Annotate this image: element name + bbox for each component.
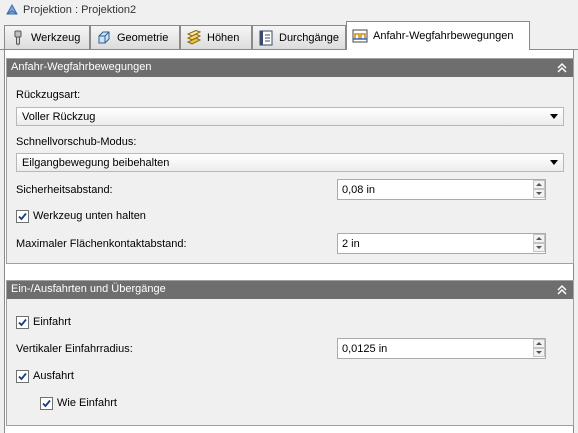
- rapid-mode-dropdown[interactable]: Eilgangbewegung beibehalten: [16, 153, 564, 172]
- max-stay-down-increment-button[interactable]: [533, 234, 545, 243]
- vertical-radius-input[interactable]: 0,0125 in: [337, 338, 546, 359]
- title-bar: Projektion : Projektion2: [0, 0, 578, 21]
- tab-strip: Werkzeug Geometrie Höhen Durchgänge Anfa…: [0, 21, 578, 51]
- tab-durchgaenge[interactable]: Durchgänge: [252, 25, 346, 49]
- same-as-lead-in-box[interactable]: [40, 396, 53, 410]
- rapid-mode-value: Eilgangbewegung beibehalten: [22, 157, 170, 169]
- chevron-down-icon: [550, 114, 558, 119]
- tool-icon: [14, 30, 22, 46]
- panel-leads-title: Ein-/Ausfahrten und Übergänge: [11, 283, 166, 295]
- panel-leads-transitions: Ein-/Ausfahrten und Übergänge Einfahrt V…: [6, 280, 574, 426]
- lead-in-label: Einfahrt: [33, 316, 71, 328]
- tab-werkzeug-label: Werkzeug: [31, 31, 81, 44]
- panel-linking-title: Anfahr-Wegfahrbewegungen: [11, 61, 152, 73]
- lead-out-checkbox[interactable]: Ausfahrt: [16, 369, 74, 383]
- lead-in-checkbox[interactable]: Einfahrt: [16, 315, 71, 329]
- max-stay-down-input[interactable]: 2 in: [337, 233, 546, 254]
- retract-type-dropdown[interactable]: Voller Rückzug: [16, 107, 564, 126]
- max-stay-down-spinner[interactable]: 2 in: [337, 233, 546, 254]
- clearance-decrement-button[interactable]: [533, 189, 545, 198]
- checkmark-icon: [18, 372, 27, 380]
- clearance-increment-button[interactable]: [533, 180, 545, 189]
- checkmark-icon: [18, 318, 27, 326]
- passes-icon: [259, 30, 273, 45]
- collapse-icon[interactable]: [557, 62, 567, 74]
- same-as-lead-in-checkbox[interactable]: Wie Einfahrt: [40, 396, 117, 410]
- vertical-radius-value: 0,0125 in: [342, 343, 388, 355]
- vertical-radius-increment-button[interactable]: [533, 339, 545, 348]
- rapid-mode-label: Schnellvorschub-Modus:: [16, 136, 137, 148]
- keep-tool-down-box[interactable]: [16, 209, 29, 223]
- tab-hoehen[interactable]: Höhen: [180, 25, 252, 49]
- vertical-radius-decrement-button[interactable]: [533, 348, 545, 357]
- lead-out-box[interactable]: [16, 369, 29, 383]
- tab-werkzeug[interactable]: Werkzeug: [4, 25, 90, 49]
- retract-type-label: Rückzugsart:: [16, 89, 81, 101]
- chevron-down-icon: [550, 160, 558, 165]
- clearance-spinner[interactable]: 0,08 in: [337, 179, 546, 200]
- panel-linking: Anfahr-Wegfahrbewegungen Rückzugsart: Vo…: [6, 58, 574, 264]
- retract-type-value: Voller Rückzug: [22, 111, 96, 123]
- projection-icon: [6, 3, 18, 15]
- window-title: Projektion : Projektion2: [23, 4, 137, 16]
- keep-tool-down-label: Werkzeug unten halten: [33, 210, 146, 222]
- max-stay-down-label: Maximaler Flächenkontaktabstand:: [16, 238, 187, 250]
- tab-geometrie-label: Geometrie: [117, 31, 169, 44]
- max-stay-down-value: 2 in: [342, 238, 360, 250]
- vertical-radius-label: Vertikaler Einfahrradius:: [16, 343, 133, 355]
- checkmark-icon: [42, 399, 51, 407]
- clearance-input[interactable]: 0,08 in: [337, 179, 546, 200]
- tab-hoehen-label: Höhen: [207, 31, 240, 44]
- checkmark-icon: [18, 212, 27, 220]
- collapse-icon[interactable]: [557, 284, 567, 296]
- max-stay-down-decrement-button[interactable]: [533, 243, 545, 252]
- heights-icon: [186, 29, 202, 45]
- lead-in-box[interactable]: [16, 315, 29, 329]
- vertical-radius-spinner[interactable]: 0,0125 in: [337, 338, 546, 359]
- clearance-value: 0,08 in: [342, 184, 376, 196]
- keep-tool-down-checkbox[interactable]: Werkzeug unten halten: [16, 209, 146, 223]
- panel-linking-header: Anfahr-Wegfahrbewegungen: [7, 59, 573, 77]
- clearance-label: Sicherheitsabstand:: [16, 184, 113, 196]
- tab-anfahr-wegfahrbewegungen[interactable]: Anfahr-Wegfahrbewegungen: [346, 21, 530, 50]
- linking-icon: [352, 29, 368, 43]
- geometry-icon: [98, 31, 110, 43]
- panel-leads-header: Ein-/Ausfahrten und Übergänge: [7, 281, 573, 299]
- tab-geometrie[interactable]: Geometrie: [90, 25, 180, 49]
- same-as-lead-in-label: Wie Einfahrt: [57, 397, 117, 409]
- tab-durchgaenge-label: Durchgänge: [279, 31, 339, 44]
- lead-out-label: Ausfahrt: [33, 370, 74, 382]
- tab-anfahr-label: Anfahr-Wegfahrbewegungen: [373, 30, 514, 42]
